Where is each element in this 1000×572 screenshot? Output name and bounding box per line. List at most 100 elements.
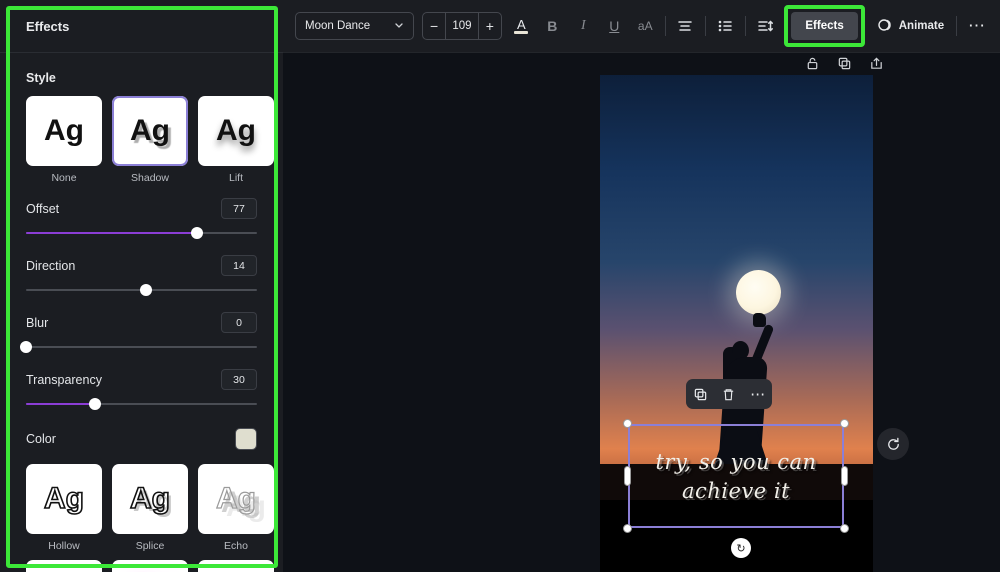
panel-title: Effects (26, 19, 69, 34)
font-size-decrease-button[interactable]: − (423, 13, 445, 39)
blur-control: Blur 0 (26, 312, 257, 355)
chevron-down-icon (394, 20, 404, 33)
object-toolbar (803, 54, 885, 72)
font-family-select[interactable]: Moon Dance (295, 12, 414, 40)
style-thumb[interactable]: Ag (198, 96, 274, 166)
blur-value[interactable]: 0 (221, 312, 257, 333)
offset-control: Offset 77 (26, 198, 257, 241)
divider (665, 16, 666, 36)
more-icon[interactable]: ⋯ (750, 385, 765, 403)
text-element-selection[interactable]: try, so you can achieve it (628, 424, 844, 528)
style-label: Splice (112, 540, 188, 552)
color-swatch[interactable] (235, 428, 257, 450)
font-family-value: Moon Dance (305, 20, 370, 32)
style-thumb-selected[interactable]: Ag (112, 96, 188, 166)
panel-body: Style Ag None Ag Shadow Ag Lift Offset (0, 71, 283, 572)
style-label: None (26, 172, 102, 184)
style-thumb[interactable]: Ag (26, 464, 102, 534)
transparency-label: Transparency (26, 373, 102, 387)
line-spacing-button[interactable] (753, 13, 776, 39)
italic-button[interactable]: I (572, 13, 595, 39)
effects-button-container: Effects (784, 5, 864, 47)
regenerate-button[interactable] (877, 428, 909, 460)
offset-label: Offset (26, 202, 59, 216)
style-label: Echo (198, 540, 274, 552)
style-grid-row-2: Ag Hollow Ag Splice Ag Echo (26, 464, 257, 552)
divider (705, 16, 706, 36)
canva-text-editor: Effects Style Ag None Ag Shadow Ag Lift (0, 0, 1000, 572)
align-text-button[interactable] (674, 13, 697, 39)
text-color-letter: A (517, 19, 526, 30)
letter-case-button[interactable]: aA (634, 13, 657, 39)
transparency-control: Transparency 30 (26, 369, 257, 412)
export-icon[interactable] (867, 54, 885, 72)
style-option-background[interactable]: Ag (198, 560, 274, 572)
resize-handle-right[interactable] (841, 466, 848, 486)
style-thumb[interactable]: Ag (112, 560, 188, 572)
ag-none-icon: Ag (44, 116, 84, 146)
slider-fill (26, 232, 197, 234)
divider (956, 16, 957, 36)
duplicate-icon[interactable] (835, 54, 853, 72)
style-thumb[interactable]: Ag (198, 560, 274, 572)
ag-shadow-icon: Ag (130, 116, 170, 146)
style-option-none[interactable]: Ag None (26, 96, 102, 184)
resize-handle-top-right[interactable] (840, 419, 849, 428)
font-size-stepper[interactable]: − 109 + (422, 12, 502, 40)
style-option-echo[interactable]: Ag Echo (198, 464, 274, 552)
bullet-list-button[interactable] (714, 13, 737, 39)
resize-handle-top-left[interactable] (623, 419, 632, 428)
offset-slider[interactable] (26, 225, 257, 241)
lock-icon[interactable] (803, 54, 821, 72)
direction-slider[interactable] (26, 282, 257, 298)
transparency-slider[interactable] (26, 396, 257, 412)
slider-knob[interactable] (89, 398, 101, 410)
style-thumb[interactable]: Ag (112, 464, 188, 534)
style-option-neon[interactable]: Ag (112, 560, 188, 572)
font-size-value[interactable]: 109 (445, 13, 479, 39)
style-section-label: Style (26, 71, 257, 85)
divider (745, 16, 746, 36)
slider-knob[interactable] (191, 227, 203, 239)
style-option-glitch[interactable]: Ag (26, 560, 102, 572)
more-options-button[interactable]: ⋯ (965, 13, 988, 39)
style-label: Shadow (112, 172, 188, 184)
animate-label: Animate (899, 20, 944, 32)
text-color-swatch-bar (514, 31, 528, 34)
slider-knob[interactable] (140, 284, 152, 296)
resize-handle-left[interactable] (624, 466, 631, 486)
slider-fill (26, 403, 95, 405)
underline-button[interactable]: U (603, 13, 626, 39)
blur-slider[interactable] (26, 339, 257, 355)
animate-button[interactable]: Animate (873, 17, 948, 36)
style-thumb[interactable]: Ag (198, 464, 274, 534)
text-line-2: achieve it (682, 479, 790, 503)
direction-value[interactable]: 14 (221, 255, 257, 276)
ag-lift-icon: Ag (216, 116, 256, 146)
blur-label: Blur (26, 316, 48, 330)
panel-header: Effects (0, 0, 283, 53)
trash-icon[interactable] (721, 387, 736, 402)
text-toolbar: Moon Dance − 109 + A B I U aA (283, 0, 1000, 53)
offset-value[interactable]: 77 (221, 198, 257, 219)
style-option-shadow[interactable]: Ag Shadow (112, 96, 188, 184)
duplicate-icon[interactable] (693, 387, 708, 402)
effects-highlight-box (784, 5, 864, 47)
style-thumb[interactable]: Ag (26, 560, 102, 572)
style-thumb[interactable]: Ag (26, 96, 102, 166)
slider-knob[interactable] (20, 341, 32, 353)
font-size-increase-button[interactable]: + (479, 13, 501, 39)
text-color-button[interactable]: A (510, 13, 533, 39)
design-canvas-stage[interactable]: ⋯ try, so you can achieve it ↻ (283, 53, 1000, 572)
rotate-handle[interactable]: ↻ (731, 538, 751, 558)
resize-handle-bottom-right[interactable] (840, 524, 849, 533)
style-option-splice[interactable]: Ag Splice (112, 464, 188, 552)
style-option-lift[interactable]: Ag Lift (198, 96, 274, 184)
ag-splice-icon: Ag (130, 484, 170, 514)
resize-handle-bottom-left[interactable] (623, 524, 632, 533)
style-grid-row-3: Ag Ag Ag (26, 560, 257, 572)
style-option-hollow[interactable]: Ag Hollow (26, 464, 102, 552)
text-element[interactable]: try, so you can achieve it (628, 424, 844, 528)
bold-button[interactable]: B (541, 13, 564, 39)
transparency-value[interactable]: 30 (221, 369, 257, 390)
